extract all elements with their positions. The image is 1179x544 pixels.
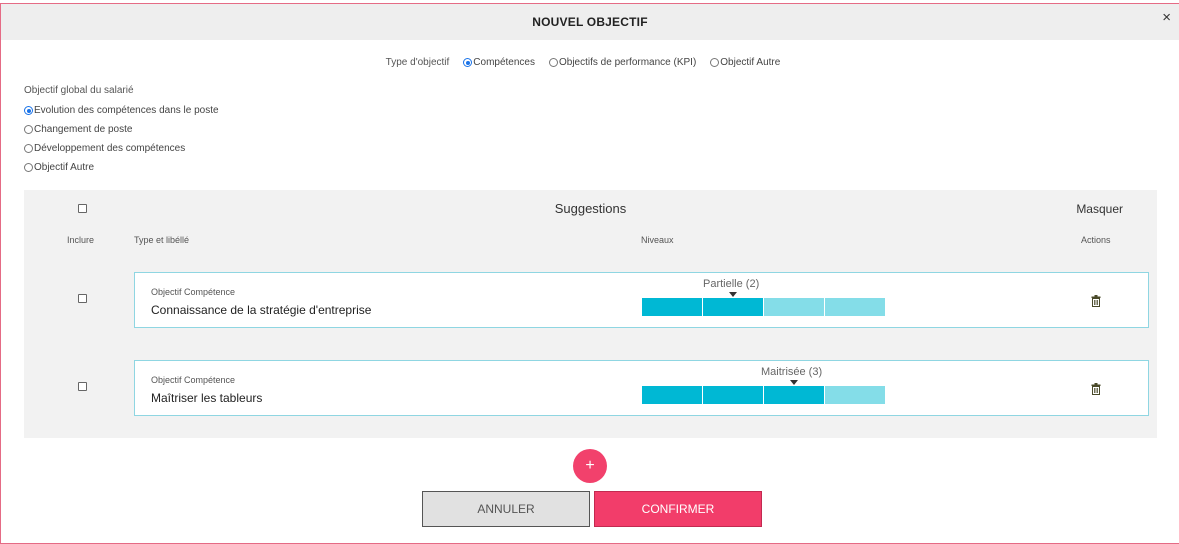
add-objective-button[interactable]: + — [573, 449, 607, 483]
level-segment-2[interactable] — [703, 298, 763, 316]
level-segment-4[interactable] — [825, 386, 885, 404]
column-header-actions: Actions — [1081, 235, 1111, 245]
radio-button[interactable] — [710, 58, 720, 67]
column-header-include: Inclure — [67, 235, 95, 245]
objective-label-text: Connaissance de la stratégie d'entrepris… — [151, 303, 372, 317]
global-objective-option-developpement[interactable]: Développement des compétences — [24, 139, 219, 158]
objective-type-option-competences[interactable]: Compétences — [463, 57, 535, 68]
radio-button[interactable] — [463, 58, 473, 67]
global-objective-option-autre[interactable]: Objectif Autre — [24, 158, 219, 177]
level-label: Partielle (2) — [703, 278, 760, 290]
level-segment-1[interactable] — [642, 298, 702, 316]
column-header-levels: Niveaux — [641, 235, 674, 245]
caret-down-icon — [790, 380, 798, 385]
radio-button[interactable] — [549, 58, 558, 67]
radio-label: Développement des compétences — [34, 143, 186, 154]
level-bar[interactable] — [642, 386, 886, 404]
include-checkbox[interactable] — [78, 382, 87, 391]
confirm-button[interactable]: CONFIRMER — [594, 491, 762, 527]
column-header-type-label: Type et libéllé — [134, 235, 190, 245]
level-label: Maitrisée (3) — [761, 366, 823, 378]
cancel-button[interactable]: ANNULER — [422, 491, 590, 527]
radio-label: Compétences — [473, 57, 535, 68]
radio-label: Changement de poste — [34, 124, 133, 135]
global-objective-option-evolution[interactable]: Evolution des compétences dans le poste — [24, 101, 219, 120]
objective-type-row: Type d'objectif Compétences Objectifs de… — [1, 57, 1179, 68]
radio-label: Objectifs de performance (KPI) — [559, 57, 697, 68]
suggestion-row: Objectif Compétence Maîtriser les tableu… — [134, 360, 1149, 416]
suggestions-panel: Suggestions Masquer Inclure Type et libé… — [24, 190, 1157, 438]
modal-header: NOUVEL OBJECTIF × — [1, 4, 1179, 40]
level-bar[interactable] — [642, 298, 886, 316]
caret-down-icon — [729, 292, 737, 297]
modal-title: NOUVEL OBJECTIF — [532, 15, 648, 29]
include-checkbox[interactable] — [78, 294, 87, 303]
radio-label: Objectif Autre — [720, 57, 781, 68]
hide-suggestions-button[interactable]: Masquer — [1076, 202, 1123, 216]
radio-label: Evolution des compétences dans le poste — [34, 105, 219, 116]
radio-button[interactable] — [24, 144, 33, 153]
level-segment-4[interactable] — [825, 298, 885, 316]
new-objective-modal: NOUVEL OBJECTIF × Type d'objectif Compét… — [0, 3, 1179, 544]
level-segment-1[interactable] — [642, 386, 702, 404]
global-objective-label: Objectif global du salarié — [24, 85, 134, 96]
radio-button[interactable] — [24, 106, 33, 115]
radio-label: Objectif Autre — [34, 162, 95, 173]
objective-type-label: Type d'objectif — [385, 57, 450, 68]
level-segment-3[interactable] — [764, 386, 824, 404]
global-objective-option-changement[interactable]: Changement de poste — [24, 120, 219, 139]
objective-type-option-autre[interactable]: Objectif Autre — [710, 57, 780, 68]
objective-type-text: Objectif Compétence — [151, 287, 236, 297]
objective-type-option-kpi[interactable]: Objectifs de performance (KPI) — [549, 57, 696, 68]
objective-label-text: Maîtriser les tableurs — [151, 391, 263, 405]
suggestion-row: Objectif Compétence Connaissance de la s… — [134, 272, 1149, 328]
radio-button[interactable] — [24, 163, 33, 172]
trash-icon[interactable] — [1091, 383, 1101, 395]
level-segment-2[interactable] — [703, 386, 763, 404]
suggestions-title: Suggestions — [554, 201, 627, 216]
level-segment-3[interactable] — [764, 298, 824, 316]
trash-icon[interactable] — [1091, 295, 1101, 307]
radio-button[interactable] — [24, 125, 33, 134]
close-icon[interactable]: × — [1162, 10, 1171, 25]
global-objective-group: Objectif global du salarié Evolution des… — [24, 85, 219, 177]
objective-type-text: Objectif Compétence — [151, 375, 236, 385]
